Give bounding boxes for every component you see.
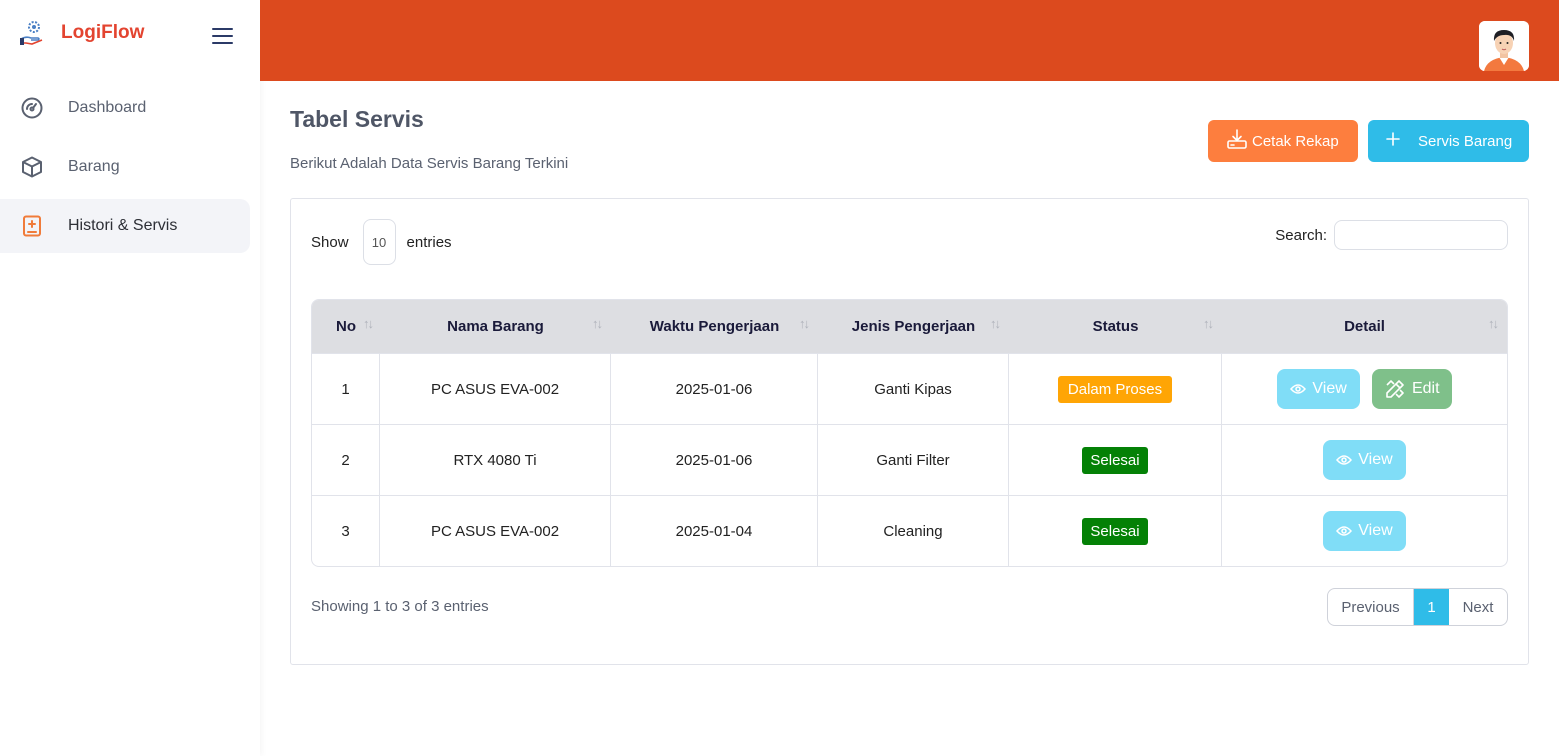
clipboard-plus-icon xyxy=(20,214,44,238)
status-badge: Selesai xyxy=(1082,517,1148,545)
cell-status: Selesai xyxy=(1009,495,1222,566)
view-button[interactable]: View xyxy=(1323,440,1406,480)
table-row: 1 PC ASUS EVA-002 2025-01-06 Ganti Kipas… xyxy=(312,353,1507,424)
eye-icon xyxy=(1290,384,1307,394)
cell-jenis: Cleaning xyxy=(818,495,1009,566)
column-header-waktu-pengerjaan[interactable]: Waktu Pengerjaan ↑↓ xyxy=(611,300,818,353)
gauge-icon xyxy=(20,96,44,120)
cell-nama-barang: PC ASUS EVA-002 xyxy=(380,495,611,566)
search-control: Search: xyxy=(1275,220,1508,250)
cell-no: 3 xyxy=(312,495,380,566)
table-info: Showing 1 to 3 of 3 entries xyxy=(311,598,489,615)
eye-icon xyxy=(1336,455,1353,465)
cell-no: 2 xyxy=(312,424,380,495)
cetak-rekap-label: Cetak Rekap xyxy=(1252,132,1339,150)
column-header-status[interactable]: Status ↑↓ xyxy=(1009,300,1222,353)
sidebar: LogiFlow Dashboard Barang Histori & Serv… xyxy=(0,0,260,756)
column-header-nama-barang[interactable]: Nama Barang ↑↓ xyxy=(380,300,611,353)
eye-icon xyxy=(1336,526,1353,536)
cell-waktu: 2025-01-04 xyxy=(611,495,818,566)
sort-icon: ↑↓ xyxy=(1488,316,1499,331)
sort-icon: ↑↓ xyxy=(592,316,603,331)
search-label: Search: xyxy=(1275,226,1327,244)
pagination: Previous 1 Next xyxy=(1327,588,1508,626)
page-length-control: Show 10 entries xyxy=(311,219,452,265)
view-button[interactable]: View xyxy=(1323,511,1406,551)
cell-jenis: Ganti Kipas xyxy=(818,353,1009,424)
cell-detail: View xyxy=(1222,424,1507,495)
plus-icon xyxy=(1386,132,1400,150)
cetak-rekap-button[interactable]: Cetak Rekap xyxy=(1208,120,1358,162)
brand[interactable]: LogiFlow xyxy=(18,18,144,48)
sidebar-item-dashboard[interactable]: Dashboard xyxy=(0,81,250,135)
download-icon xyxy=(1226,128,1248,154)
sidebar-item-label: Histori & Servis xyxy=(68,217,178,234)
sidebar-item-histori-servis[interactable]: Histori & Servis xyxy=(0,199,250,253)
view-label: View xyxy=(1312,380,1347,397)
pagination-previous[interactable]: Previous xyxy=(1328,589,1414,625)
table-row: 2 RTX 4080 Ti 2025-01-06 Ganti Filter Se… xyxy=(312,424,1507,495)
cell-waktu: 2025-01-06 xyxy=(611,353,818,424)
servis-table: No ↑↓ Nama Barang ↑↓ Waktu Pengerjaan ↑↓… xyxy=(311,299,1508,567)
cell-no: 1 xyxy=(312,353,380,424)
cell-nama-barang: RTX 4080 Ti xyxy=(380,424,611,495)
sidebar-item-label: Dashboard xyxy=(68,99,147,116)
cell-status: Dalam Proses xyxy=(1009,353,1222,424)
cell-jenis: Ganti Filter xyxy=(818,424,1009,495)
user-avatar[interactable] xyxy=(1479,21,1529,71)
cell-waktu: 2025-01-06 xyxy=(611,424,818,495)
page-subtitle: Berikut Adalah Data Servis Barang Terkin… xyxy=(290,155,569,172)
cell-status: Selesai xyxy=(1009,424,1222,495)
cell-detail: View xyxy=(1222,495,1507,566)
sidebar-item-label: Barang xyxy=(68,158,120,175)
column-header-detail[interactable]: Detail ↑↓ xyxy=(1222,300,1507,353)
page-title: Tabel Servis xyxy=(290,106,424,132)
pencil-ruler-icon xyxy=(1386,380,1404,398)
sidebar-nav: Dashboard Barang Histori & Servis xyxy=(0,81,250,258)
column-header-jenis-pengerjaan[interactable]: Jenis Pengerjaan ↑↓ xyxy=(818,300,1009,353)
pagination-page-1[interactable]: 1 xyxy=(1414,589,1449,625)
logiflow-logo-icon xyxy=(18,19,46,47)
box-icon xyxy=(20,155,44,179)
status-badge: Selesai xyxy=(1082,446,1148,474)
column-header-no[interactable]: No ↑↓ xyxy=(312,300,380,353)
edit-button[interactable]: Edit xyxy=(1371,369,1452,409)
entries-label: entries xyxy=(406,233,452,251)
sort-icon: ↑↓ xyxy=(799,316,810,331)
edit-label: Edit xyxy=(1411,380,1440,397)
cell-detail: View Edit xyxy=(1222,353,1507,424)
view-label: View xyxy=(1358,451,1393,468)
page-length-select[interactable]: 10 xyxy=(362,219,396,265)
sidebar-item-barang[interactable]: Barang xyxy=(0,140,250,194)
brand-name: LogiFlow xyxy=(61,22,145,43)
pagination-next[interactable]: Next xyxy=(1449,589,1507,625)
sort-icon: ↑↓ xyxy=(990,316,1001,331)
show-label: Show xyxy=(311,233,349,251)
menu-toggle-icon[interactable] xyxy=(212,28,233,44)
top-header xyxy=(260,0,1559,81)
servis-barang-label: Servis Barang xyxy=(1418,132,1513,150)
view-button[interactable]: View xyxy=(1277,369,1360,409)
view-label: View xyxy=(1358,522,1393,539)
cell-nama-barang: PC ASUS EVA-002 xyxy=(380,353,611,424)
servis-barang-button[interactable]: Servis Barang xyxy=(1368,120,1529,162)
sort-icon: ↑↓ xyxy=(1203,316,1214,331)
table-card: Show 10 entries Search: No ↑↓ Nama Baran… xyxy=(290,198,1529,665)
table-row: 3 PC ASUS EVA-002 2025-01-04 Cleaning Se… xyxy=(312,495,1507,566)
sort-icon: ↑↓ xyxy=(363,316,374,331)
status-badge: Dalam Proses xyxy=(1057,375,1173,403)
search-input[interactable] xyxy=(1334,220,1508,250)
